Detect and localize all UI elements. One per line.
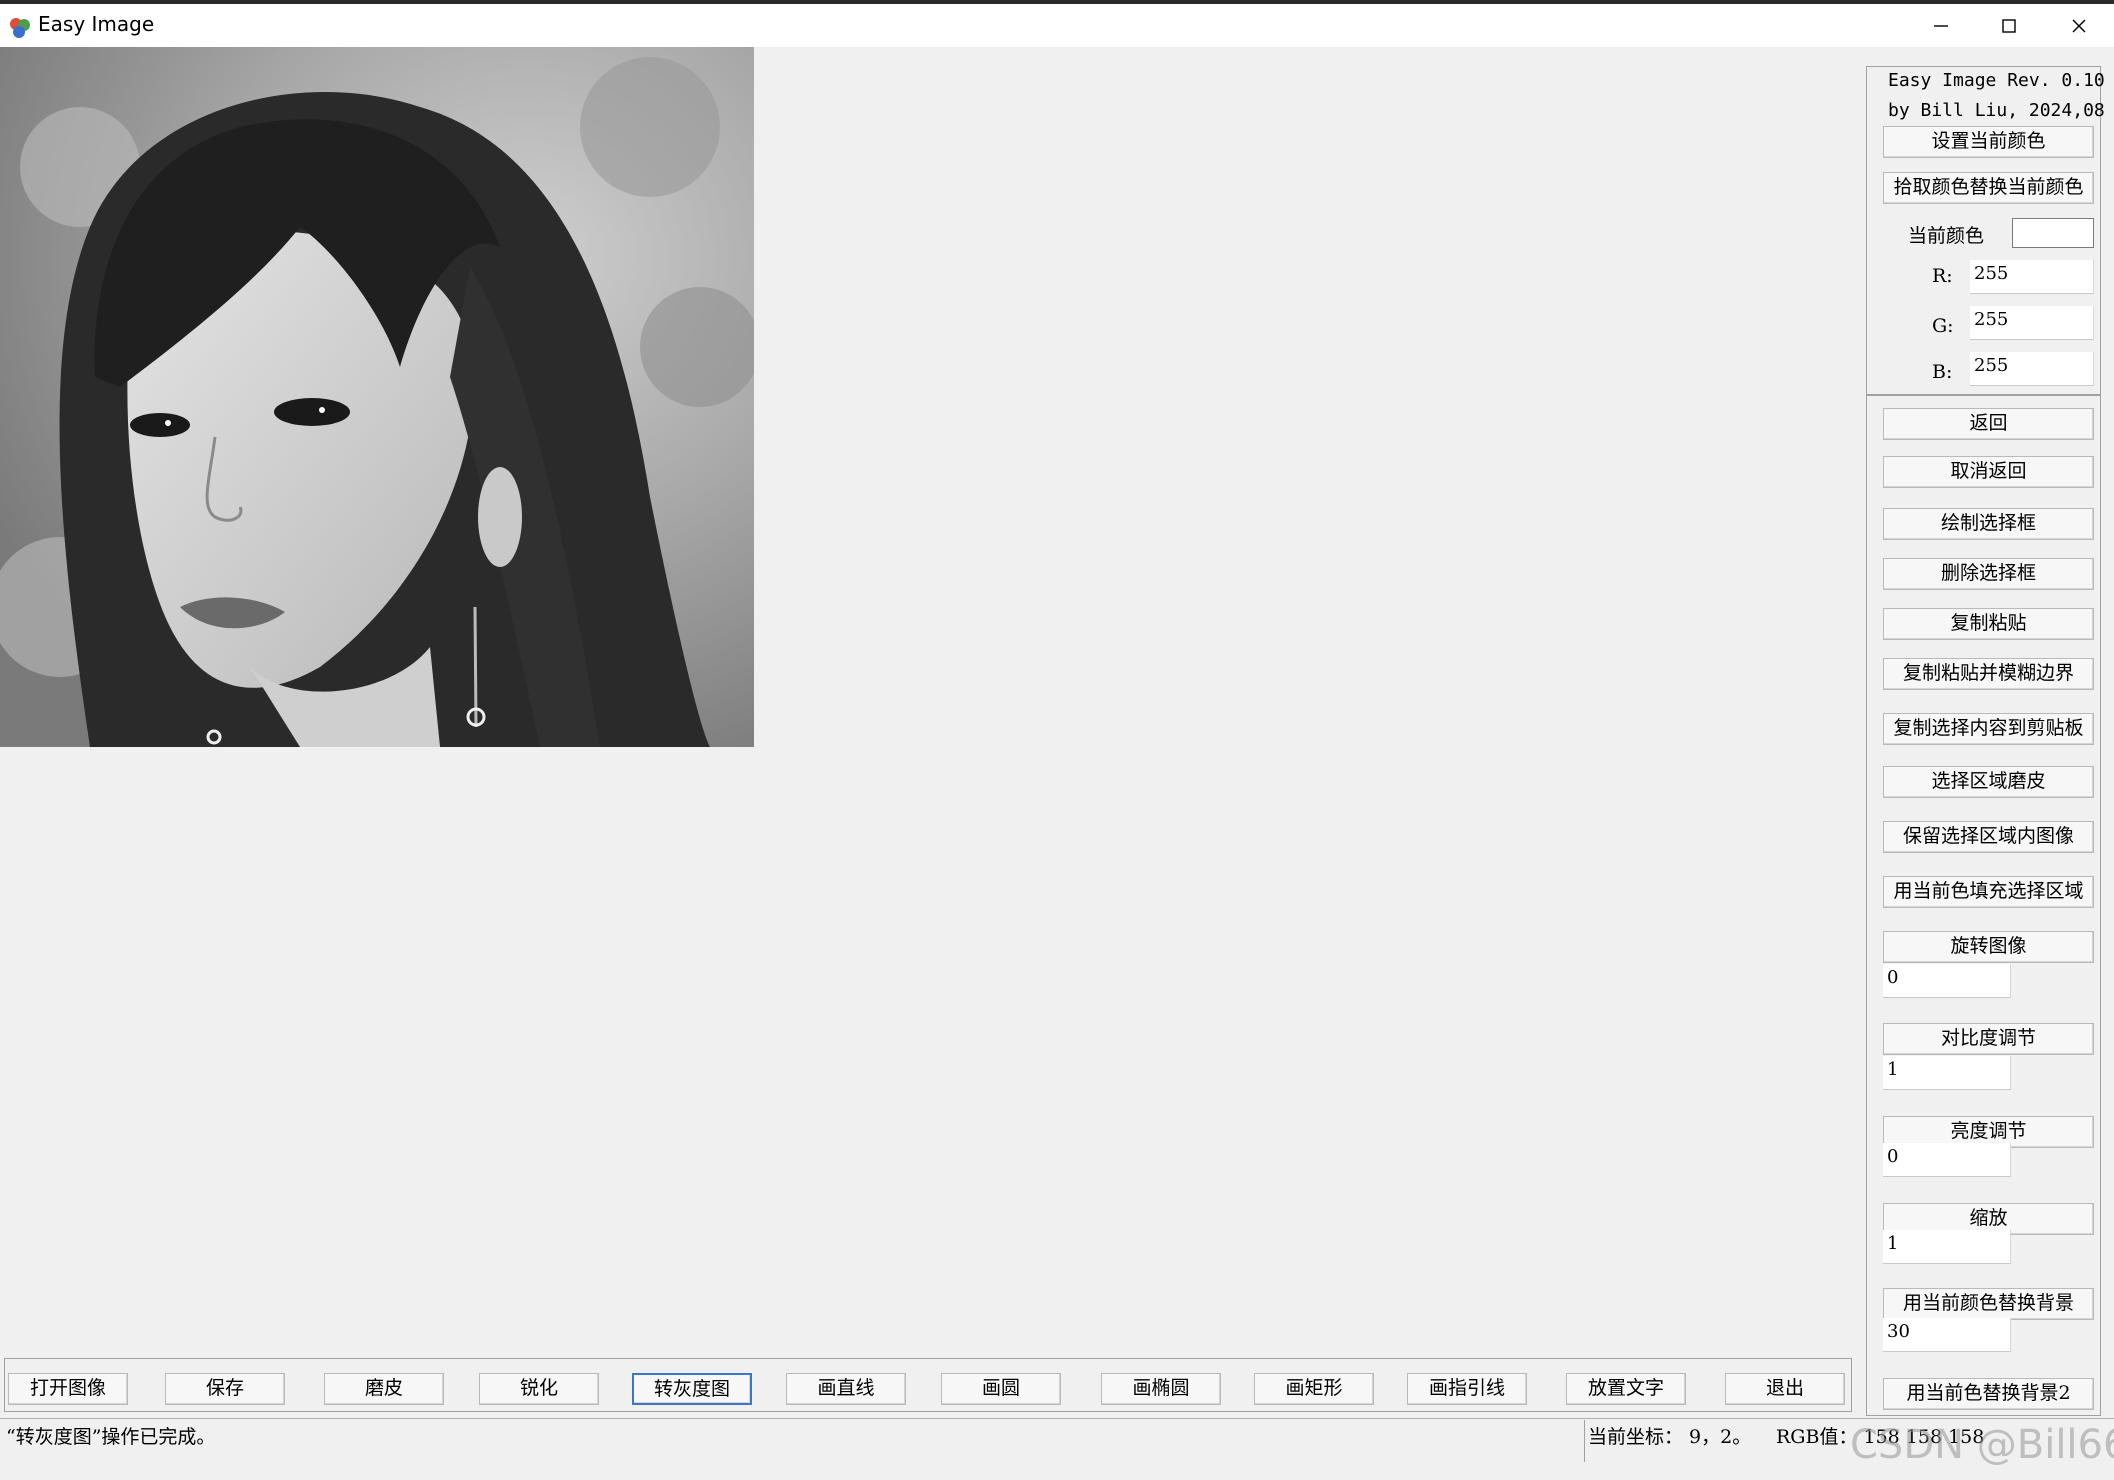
undo-button[interactable]: 返回	[1883, 408, 2094, 440]
panel-divider	[1866, 394, 2101, 396]
maximize-button[interactable]	[1976, 4, 2042, 47]
close-icon	[2072, 19, 2086, 32]
pick-color-button[interactable]: 拾取颜色替换当前颜色	[1883, 172, 2094, 204]
rotate-button[interactable]: 旋转图像	[1883, 931, 2094, 963]
zoom-input[interactable]: 1	[1883, 1230, 2011, 1264]
b-label: B:	[1932, 361, 1953, 383]
watermark: CSDN @Bill66	[1850, 1422, 2114, 1468]
minimize-button[interactable]	[1908, 4, 1974, 47]
contrast-button[interactable]: 对比度调节	[1883, 1023, 2094, 1055]
open-image-button[interactable]: 打开图像	[8, 1373, 128, 1405]
contrast-input[interactable]: 1	[1883, 1056, 2011, 1090]
draw-circle-button[interactable]: 画圆	[941, 1373, 1061, 1405]
author-info: by Bill Liu, 2024,08	[1888, 100, 2105, 121]
grayscale-button[interactable]: 转灰度图	[632, 1373, 752, 1405]
selection-smooth-button[interactable]: 选择区域磨皮	[1883, 766, 2094, 798]
g-label: G:	[1932, 315, 1954, 337]
replace-bg-input[interactable]: 30	[1883, 1318, 2011, 1352]
set-color-button[interactable]: 设置当前颜色	[1883, 126, 2094, 158]
replace-bg-button[interactable]: 用当前颜色替换背景	[1883, 1288, 2094, 1320]
close-button[interactable]	[2046, 4, 2112, 47]
draw-line-button[interactable]: 画直线	[786, 1373, 906, 1405]
copy-paste-button[interactable]: 复制粘贴	[1883, 608, 2094, 640]
minimize-icon	[1934, 24, 1948, 27]
version-info: Easy Image Rev. 0.10	[1888, 70, 2105, 91]
replace-bg2-button[interactable]: 用当前色替换背景2	[1883, 1378, 2094, 1410]
rotate-input[interactable]: 0	[1883, 964, 2011, 998]
smooth-skin-button[interactable]: 磨皮	[324, 1373, 444, 1405]
r-label: R:	[1932, 265, 1953, 287]
r-input[interactable]: 255	[1970, 260, 2094, 294]
b-input[interactable]: 255	[1970, 352, 2094, 386]
draw-selection-button[interactable]: 绘制选择框	[1883, 508, 2094, 540]
current-coordinate: 当前坐标： 9，2。	[1588, 1426, 1752, 1448]
draw-ellipse-button[interactable]: 画椭圆	[1101, 1373, 1221, 1405]
current-color-swatch[interactable]	[2012, 218, 2094, 248]
place-text-button[interactable]: 放置文字	[1566, 1373, 1686, 1405]
easy-image-app-icon	[10, 18, 30, 38]
sharpen-button[interactable]: 锐化	[479, 1373, 599, 1405]
maximize-icon	[2002, 18, 2016, 33]
status-message: “转灰度图”操作已完成。	[6, 1426, 216, 1448]
redo-button[interactable]: 取消返回	[1883, 456, 2094, 488]
fill-selection-button[interactable]: 用当前色填充选择区域	[1883, 876, 2094, 908]
window-title: Easy Image	[38, 12, 155, 36]
save-button[interactable]: 保存	[165, 1373, 285, 1405]
draw-leader-line-button[interactable]: 画指引线	[1407, 1373, 1527, 1405]
delete-selection-button[interactable]: 删除选择框	[1883, 558, 2094, 590]
keep-selection-button[interactable]: 保留选择区域内图像	[1883, 821, 2094, 853]
title-bar: Easy Image	[0, 0, 2114, 47]
g-input[interactable]: 255	[1970, 306, 2094, 340]
draw-rectangle-button[interactable]: 画矩形	[1254, 1373, 1374, 1405]
copy-to-clipboard-button[interactable]: 复制选择内容到剪贴板	[1883, 713, 2094, 745]
brightness-input[interactable]: 0	[1883, 1143, 2011, 1177]
image-canvas[interactable]	[0, 47, 1862, 1350]
grayscale-photo[interactable]	[0, 47, 754, 747]
status-separator	[1584, 1420, 1585, 1462]
exit-button[interactable]: 退出	[1725, 1373, 1845, 1405]
copy-paste-blur-button[interactable]: 复制粘贴并模糊边界	[1883, 658, 2094, 690]
current-color-label: 当前颜色	[1908, 225, 1985, 247]
